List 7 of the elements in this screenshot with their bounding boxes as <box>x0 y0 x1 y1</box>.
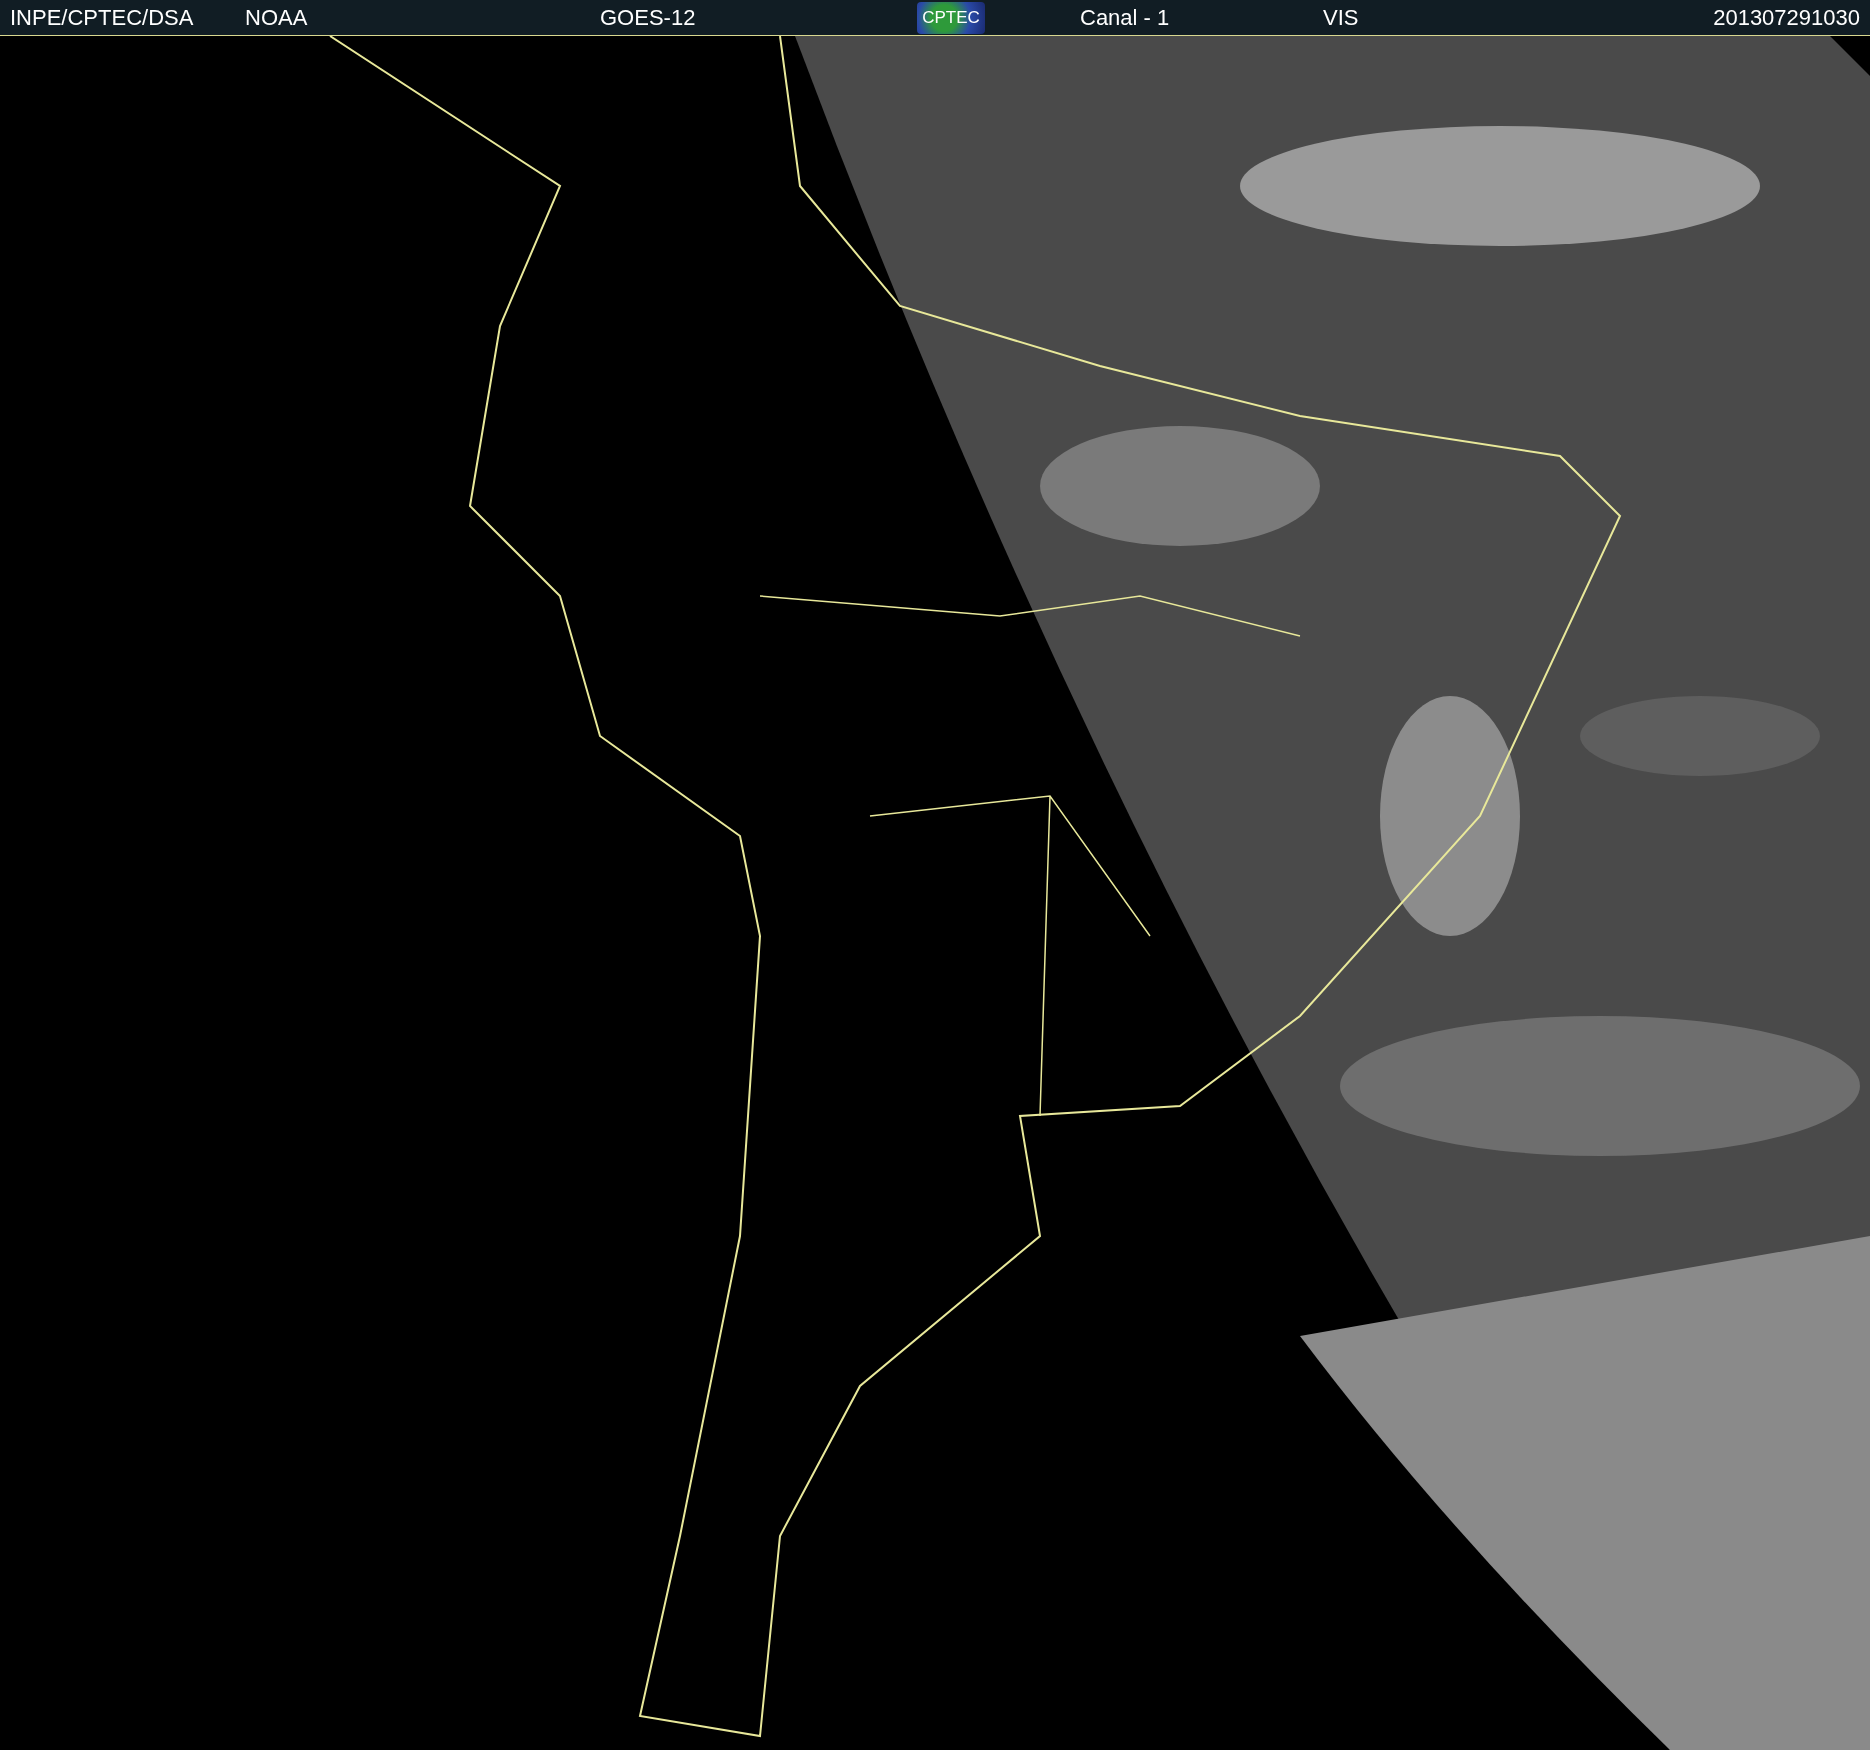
header-label: VIS <box>1323 4 1359 31</box>
header-label: INPE/CPTEC/DSA <box>10 4 194 31</box>
header-label: NOAA <box>245 4 308 31</box>
header-label: GOES-12 <box>600 4 696 31</box>
header-label: 201307291030 <box>1713 4 1860 31</box>
logo: CPTEC <box>917 1 985 34</box>
header-label: Canal - 1 <box>1080 4 1170 31</box>
